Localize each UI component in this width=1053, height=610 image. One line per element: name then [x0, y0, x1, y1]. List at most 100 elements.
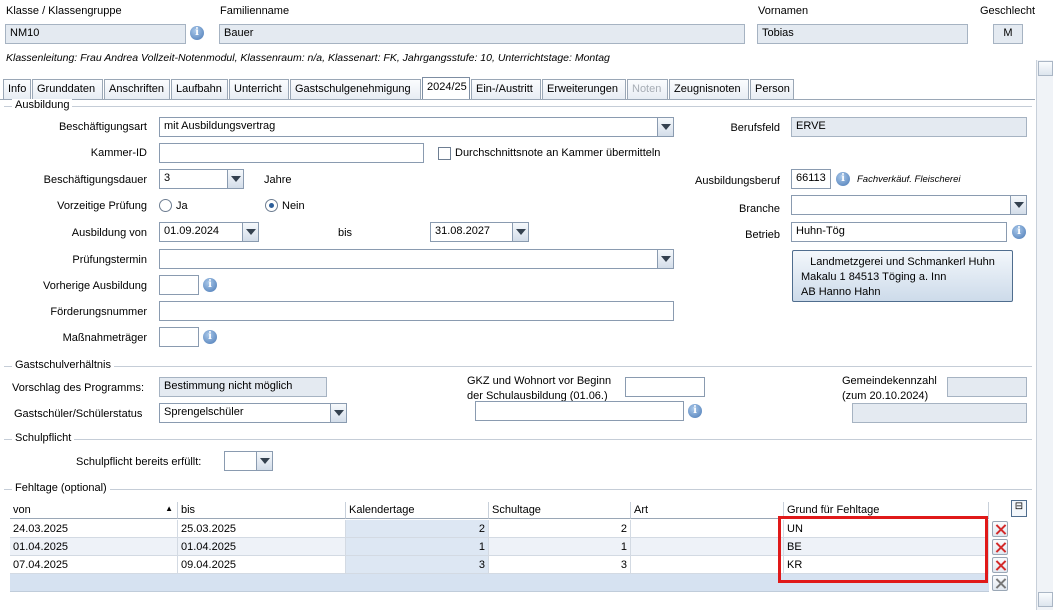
cell-bis[interactable]: 25.03.2025	[178, 520, 346, 538]
schuelerstatus-value: Sprengelschüler	[164, 406, 244, 418]
durchschnittsnote-checkbox[interactable]	[438, 147, 451, 160]
info-icon[interactable]: i	[203, 278, 217, 292]
massnahmetraeger-input[interactable]	[159, 327, 199, 347]
sort-asc-icon: ▲	[165, 504, 173, 513]
radio-nein[interactable]	[265, 199, 278, 212]
info-icon[interactable]: i	[1012, 225, 1026, 239]
cell-schultage[interactable]: 2	[489, 520, 631, 538]
tab-erweiterungen[interactable]: Erweiterungen	[542, 79, 626, 100]
beschaeftigungsart-select[interactable]: mit Ausbildungsvertrag	[159, 117, 674, 137]
klasse-field[interactable]: NM10	[5, 24, 186, 44]
delete-row-icon[interactable]	[992, 539, 1008, 555]
info-icon[interactable]: i	[836, 172, 850, 186]
chevron-down-icon[interactable]	[242, 223, 258, 241]
branche-select[interactable]	[791, 195, 1027, 215]
ausbildung-bis-date[interactable]: 31.08.2027	[430, 222, 529, 242]
gkz-label-1: GKZ und Wohnort vor Beginn	[467, 375, 612, 387]
delete-row-icon[interactable]	[992, 521, 1008, 537]
info-icon[interactable]: i	[190, 26, 204, 40]
kammer-id-input[interactable]	[159, 143, 424, 163]
wohnort-input[interactable]	[475, 401, 684, 421]
info-icon[interactable]: i	[688, 404, 702, 418]
betrieb-details-button[interactable]: Landmetzgerei und Schmankerl Huhn Makalu…	[792, 250, 1013, 302]
column-header-von[interactable]: von ▲	[10, 502, 178, 519]
cell-art[interactable]	[631, 520, 784, 538]
ausbildung-von-date[interactable]: 01.09.2024	[159, 222, 259, 242]
delete-row-icon[interactable]	[992, 575, 1008, 591]
highlight-box	[778, 516, 988, 583]
radio-ja[interactable]	[159, 199, 172, 212]
scroll-up-icon[interactable]	[1038, 61, 1053, 76]
ausbildung-von-label: Ausbildung von	[71, 227, 147, 239]
tab-gastschulgenehmigung[interactable]: Gastschulgenehmigung	[290, 79, 421, 100]
tab-grunddaten[interactable]: Grunddaten	[32, 79, 103, 100]
vorzeitige-pruefung-label: Vorzeitige Prüfung	[57, 200, 147, 212]
section-divider	[4, 489, 1032, 490]
vorherige-ausbildung-label: Vorherige Ausbildung	[43, 280, 147, 292]
betrieb-label: Betrieb	[745, 229, 780, 241]
delete-row-icon[interactable]	[992, 557, 1008, 573]
chevron-down-icon[interactable]	[657, 118, 673, 136]
gemeindekennzahl-label-2: (zum 20.10.2024)	[842, 390, 929, 402]
chevron-down-icon[interactable]	[256, 452, 272, 470]
betrieb-input[interactable]: Huhn-Tög	[791, 222, 1007, 242]
cell-von[interactable]: 01.04.2025	[10, 538, 178, 556]
section-title-gastschul: Gastschulverhältnis	[12, 359, 114, 371]
vornamen-field[interactable]: Tobias	[757, 24, 968, 44]
column-header-bis[interactable]: bis	[178, 502, 346, 519]
cell-art[interactable]	[631, 556, 784, 574]
schulpflicht-erfuellt-label: Schulpflicht bereits erfüllt:	[76, 456, 202, 468]
dauer-select[interactable]: 3	[159, 169, 244, 189]
section-title-ausbildung: Ausbildung	[12, 99, 73, 111]
cell-von[interactable]: 07.04.2025	[10, 556, 178, 574]
cell-von[interactable]: 24.03.2025	[10, 520, 178, 538]
cell-schultage[interactable]: 3	[489, 556, 631, 574]
column-chooser-icon[interactable]: ⊟	[1011, 500, 1027, 517]
cell-bis[interactable]: 01.04.2025	[178, 538, 346, 556]
tab-2024-25[interactable]: 2024/25	[422, 77, 470, 100]
foerderungsnummer-input[interactable]	[159, 301, 674, 321]
class-info-line: Klassenleitung: Frau Andrea Vollzeit-Not…	[6, 52, 610, 64]
tab-ein-austritt[interactable]: Ein-/Austritt	[471, 79, 541, 100]
chevron-down-icon[interactable]	[512, 223, 528, 241]
column-header-art[interactable]: Art	[631, 502, 784, 519]
tab-zeugnisnoten[interactable]: Zeugnisnoten	[669, 79, 749, 100]
pruefungstermin-select[interactable]	[159, 249, 674, 269]
cell-bis[interactable]: 09.04.2025	[178, 556, 346, 574]
betrieb-line-3: AB Hanno Hahn	[801, 286, 881, 298]
gemeindekennzahl-label-1: Gemeindekennzahl	[842, 375, 937, 387]
geschlecht-field[interactable]: M	[993, 24, 1023, 44]
bis-label: bis	[338, 227, 353, 239]
chevron-down-icon[interactable]	[657, 250, 673, 268]
vorherige-ausbildung-input[interactable]	[159, 275, 199, 295]
column-header-schultage[interactable]: Schultage	[489, 502, 631, 519]
tab-laufbahn[interactable]: Laufbahn	[171, 79, 228, 100]
familienname-field[interactable]: Bauer	[219, 24, 745, 44]
tab-unterricht[interactable]: Unterricht	[229, 79, 289, 100]
durchschnittsnote-label: Durchschnittsnote an Kammer übermitteln	[455, 147, 661, 159]
chevron-down-icon[interactable]	[227, 170, 243, 188]
kammer-id-label: Kammer-ID	[90, 147, 147, 159]
pruefungstermin-label: Prüfungstermin	[72, 254, 147, 266]
schuelerstatus-select[interactable]: Sprengelschüler	[159, 403, 347, 423]
gemeinde-name-field	[852, 403, 1027, 423]
tab-person[interactable]: Person	[750, 79, 794, 100]
scroll-down-icon[interactable]	[1038, 592, 1053, 607]
gkz-input[interactable]	[625, 377, 705, 397]
radio-ja-label: Ja	[176, 200, 188, 212]
chevron-down-icon[interactable]	[1010, 196, 1026, 214]
vertical-scrollbar[interactable]	[1036, 60, 1053, 610]
schulpflicht-erfuellt-select[interactable]	[224, 451, 273, 471]
tab-anschriften[interactable]: Anschriften	[104, 79, 170, 100]
dauer-label: Beschäftigungsdauer	[43, 174, 147, 186]
berufsfeld-field[interactable]: ERVE	[791, 117, 1027, 137]
cell-art[interactable]	[631, 538, 784, 556]
cell-schultage[interactable]: 1	[489, 538, 631, 556]
berufsfeld-label: Berufsfeld	[730, 122, 780, 134]
info-icon[interactable]: i	[203, 330, 217, 344]
chevron-down-icon[interactable]	[330, 404, 346, 422]
dauer-unit: Jahre	[264, 174, 292, 186]
tab-info[interactable]: Info	[3, 79, 31, 100]
ausbildungsberuf-input[interactable]: 66113	[791, 169, 831, 189]
column-header-kalendertage[interactable]: Kalendertage	[346, 502, 489, 519]
